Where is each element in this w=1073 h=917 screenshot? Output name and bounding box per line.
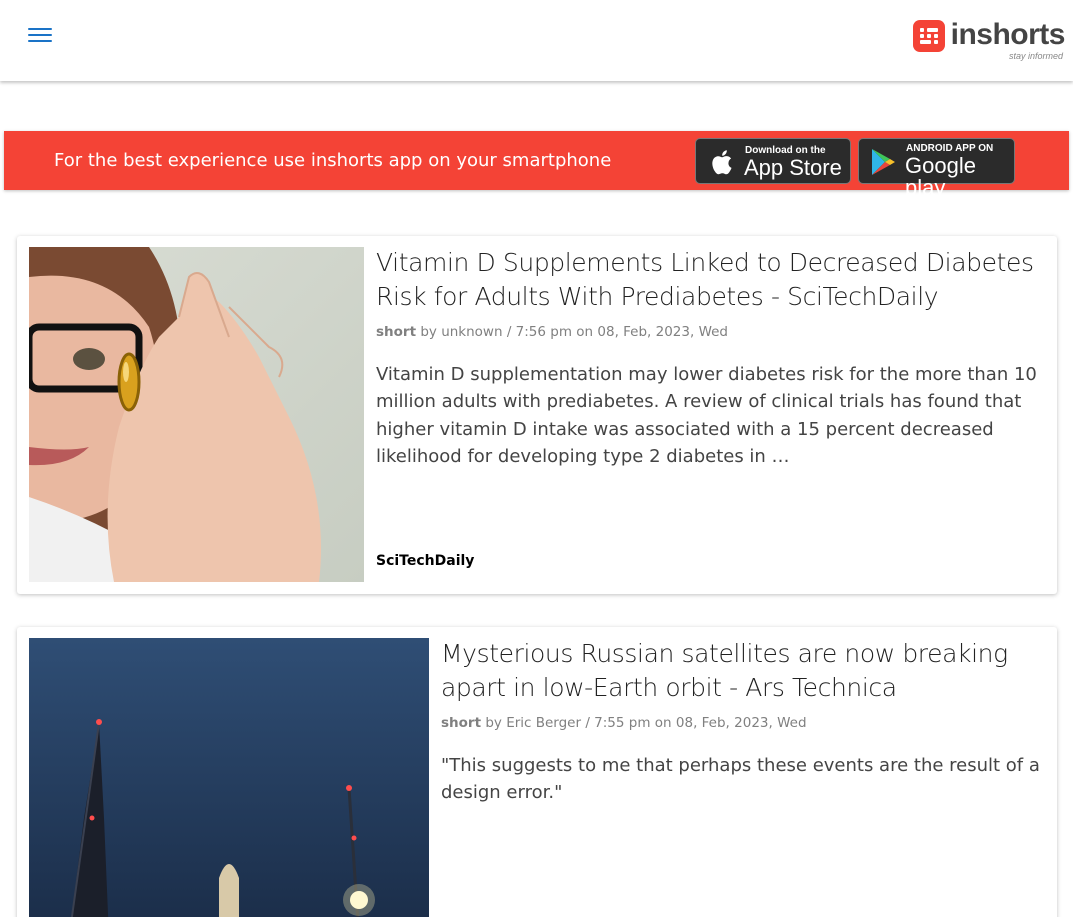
article-image-vitamin-d[interactable] bbox=[29, 247, 364, 582]
author-time: by unknown / 7:56 pm on 08, Feb, 2023, W… bbox=[416, 324, 729, 340]
article-content: Vitamin D supplementation may lower diab… bbox=[376, 364, 1037, 468]
article-headline[interactable]: Mysterious Russian satellites are now br… bbox=[441, 637, 1046, 705]
article-image-satellite[interactable] bbox=[29, 638, 429, 917]
app-download-banner: For the best experience use inshorts app… bbox=[4, 131, 1069, 199]
google-play-big-text: Google play bbox=[905, 153, 976, 200]
logo-text: inshorts bbox=[950, 18, 1066, 51]
rocket-launch-photo bbox=[29, 638, 429, 917]
short-label: short bbox=[441, 715, 482, 731]
author-time: by Eric Berger / 7:55 pm on 08, Feb, 202… bbox=[481, 715, 807, 731]
top-header: inshorts stay informed bbox=[0, 0, 1073, 81]
news-card: Mysterious Russian satellites are now br… bbox=[17, 627, 1057, 917]
article-content: "This suggests to me that perhaps these … bbox=[441, 755, 1040, 804]
inshorts-logo-icon bbox=[912, 20, 945, 52]
app-store-big-text: App Store bbox=[744, 155, 842, 180]
vitamin-d-photo bbox=[29, 247, 364, 582]
article-source-link[interactable]: SciTechDaily bbox=[376, 553, 474, 569]
inshorts-logo[interactable]: inshorts stay informed bbox=[912, 18, 1066, 61]
google-play-button[interactable]: ANDROID APP ON Google play bbox=[858, 138, 1015, 199]
short-label: short bbox=[376, 324, 417, 340]
banner-message: For the best experience use inshorts app… bbox=[54, 150, 612, 171]
apple-icon bbox=[712, 150, 732, 175]
news-card: Vitamin D Supplements Linked to Decrease… bbox=[17, 236, 1057, 594]
article-byline: short by unknown / 7:56 pm on 08, Feb, 2… bbox=[376, 324, 1046, 340]
google-play-icon bbox=[872, 149, 895, 175]
hamburger-menu-icon[interactable] bbox=[28, 28, 52, 46]
article-headline[interactable]: Vitamin D Supplements Linked to Decrease… bbox=[376, 246, 1046, 314]
article-byline: short by Eric Berger / 7:55 pm on 08, Fe… bbox=[441, 715, 1046, 731]
app-store-button[interactable]: Download on the App Store bbox=[695, 138, 851, 184]
logo-tagline: stay informed bbox=[1008, 51, 1063, 61]
